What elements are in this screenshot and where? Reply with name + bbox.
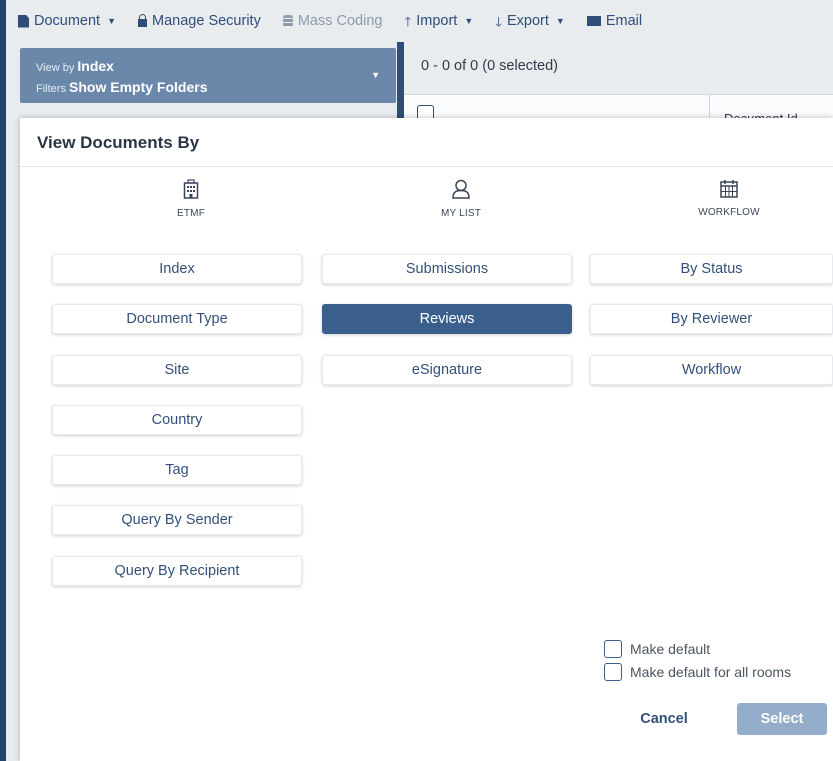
option-submissions[interactable]: Submissions <box>322 254 572 284</box>
building-icon <box>183 179 199 199</box>
envelope-icon <box>586 16 601 26</box>
database-icon <box>282 15 293 27</box>
make-default-row[interactable]: Make default <box>604 640 710 658</box>
lock-icon <box>138 14 148 27</box>
option-esignature[interactable]: eSignature <box>322 355 572 385</box>
make-default-checkbox[interactable] <box>604 640 622 658</box>
option-reviews[interactable]: Reviews <box>322 304 572 334</box>
filters-label: Filters <box>36 83 66 95</box>
option-query-by-sender[interactable]: Query By Sender <box>52 505 302 535</box>
email-button[interactable]: Email <box>586 13 643 29</box>
manage-security-label: Manage Security <box>152 13 261 29</box>
select-button[interactable]: Select <box>737 703 827 735</box>
make-default-all-label: Make default for all rooms <box>630 664 792 680</box>
option-site[interactable]: Site <box>52 355 302 385</box>
cancel-button[interactable]: Cancel <box>624 704 704 734</box>
mylist-label: MY LIST <box>440 208 482 219</box>
import-menu-label: Import <box>416 13 458 29</box>
filters-line: Filters Show Empty Folders <box>36 78 396 99</box>
toolbar: Document ▼ Manage Security Mass Coding 🡑… <box>6 0 833 42</box>
option-query-by-recipient[interactable]: Query By Recipient <box>52 556 302 586</box>
option-workflow[interactable]: Workflow <box>590 355 833 385</box>
chevron-down-icon: ▼ <box>555 16 565 26</box>
workflow-label: WORKFLOW <box>698 207 760 218</box>
view-by-value: Index <box>77 58 114 74</box>
etmf-column-header: ETMF <box>131 179 251 219</box>
document-icon <box>18 14 29 28</box>
export-menu[interactable]: 🡓 Export ▼ <box>495 13 565 29</box>
option-by-status[interactable]: By Status <box>590 254 833 284</box>
view-by-label: View by <box>36 62 75 74</box>
mass-coding-button[interactable]: Mass Coding <box>282 13 383 29</box>
view-by-selector[interactable]: View by Index Filters Show Empty Folders… <box>20 48 396 103</box>
filters-value: Show Empty Folders <box>69 79 208 95</box>
export-menu-label: Export <box>507 13 549 29</box>
arrow-down-icon: 🡓 <box>495 13 502 29</box>
mylist-column-header: MY LIST <box>401 179 521 219</box>
email-label: Email <box>605 13 643 29</box>
document-menu-label: Document <box>34 13 101 29</box>
dialog-title: View Documents By <box>37 133 200 152</box>
chevron-down-icon: ▼ <box>464 16 474 26</box>
view-by-line: View by Index <box>36 57 396 78</box>
grid-count-bar: 0 - 0 of 0 (0 selected) <box>404 42 833 94</box>
etmf-label: ETMF <box>176 208 206 219</box>
make-default-all-checkbox[interactable] <box>604 663 622 681</box>
document-menu[interactable]: Document ▼ <box>18 13 116 29</box>
option-by-reviewer[interactable]: By Reviewer <box>590 304 833 334</box>
app-window: Document ▼ Manage Security Mass Coding 🡑… <box>6 0 833 761</box>
calendar-icon <box>720 180 738 198</box>
dialog-divider <box>20 166 833 167</box>
view-documents-by-dialog: View Documents By ETMF MY LIST WORKFLOW … <box>20 118 833 761</box>
make-default-all-row[interactable]: Make default for all rooms <box>604 663 791 681</box>
selection-count: 0 - 0 of 0 (0 selected) <box>421 58 559 74</box>
chevron-down-icon: ▼ <box>371 70 380 80</box>
mass-coding-label: Mass Coding <box>297 13 383 29</box>
option-country[interactable]: Country <box>52 405 302 435</box>
option-index[interactable]: Index <box>52 254 302 284</box>
option-tag[interactable]: Tag <box>52 455 302 485</box>
import-menu[interactable]: 🡑 Import ▼ <box>404 13 473 29</box>
panel-splitter[interactable] <box>397 42 404 122</box>
user-icon <box>452 179 470 199</box>
make-default-label: Make default <box>630 641 711 657</box>
manage-security-button[interactable]: Manage Security <box>138 13 261 29</box>
option-document-type[interactable]: Document Type <box>52 304 302 334</box>
arrow-up-icon: 🡑 <box>404 13 412 29</box>
workflow-column-header: WORKFLOW <box>669 179 789 218</box>
chevron-down-icon: ▼ <box>107 16 117 26</box>
